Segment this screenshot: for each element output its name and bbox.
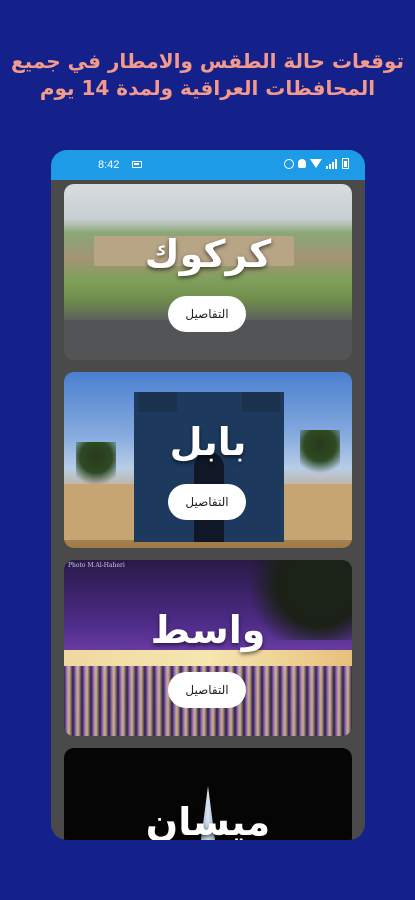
- city-list[interactable]: كركوك التفاصيل بابل التفاصيل Photo M.Al-…: [64, 184, 352, 840]
- message-icon: [132, 161, 142, 168]
- city-card-maysan[interactable]: ميسان: [64, 748, 352, 840]
- city-name: بابل: [169, 420, 247, 464]
- city-name: ميسان: [145, 800, 271, 840]
- details-button[interactable]: التفاصيل: [168, 296, 246, 332]
- city-card-wasit[interactable]: Photo M.Al-Haheri واسط التفاصيل: [64, 560, 352, 736]
- alarm-icon: [284, 158, 294, 169]
- promo-headline: توقعات حالة الطقس والامطار في جميع المحا…: [0, 48, 415, 102]
- gate-wall: [64, 484, 134, 540]
- battery-icon: [342, 158, 349, 169]
- details-button[interactable]: التفاصيل: [168, 672, 246, 708]
- promo-line-1: توقعات حالة الطقس والامطار في جميع: [11, 49, 404, 73]
- gate-tower-right: [242, 392, 280, 412]
- details-button[interactable]: التفاصيل: [168, 484, 246, 520]
- wifi-icon: [310, 159, 322, 168]
- wasit-night-bridge-photo: [64, 650, 352, 666]
- status-icons: [284, 158, 349, 169]
- status-bar: 8:42: [51, 150, 365, 180]
- city-card-babel[interactable]: بابل التفاصيل: [64, 372, 352, 548]
- photo-credit: Photo M.Al-Haheri: [68, 562, 125, 569]
- city-card-kirkuk[interactable]: كركوك التفاصيل: [64, 184, 352, 360]
- phone-frame: 8:42 كركوك التفاصيل بابل التفاصيل Photo …: [51, 150, 365, 840]
- person-icon: [298, 159, 306, 168]
- gate-wall: [282, 484, 352, 540]
- city-name: كركوك: [144, 232, 272, 276]
- gate-tower-left: [139, 392, 177, 412]
- promo-line-2: المحافظات العراقية ولمدة 14 يوم: [39, 76, 376, 100]
- city-name: واسط: [150, 608, 266, 652]
- signal-icon: [326, 158, 338, 169]
- status-time: 8:42: [98, 159, 120, 171]
